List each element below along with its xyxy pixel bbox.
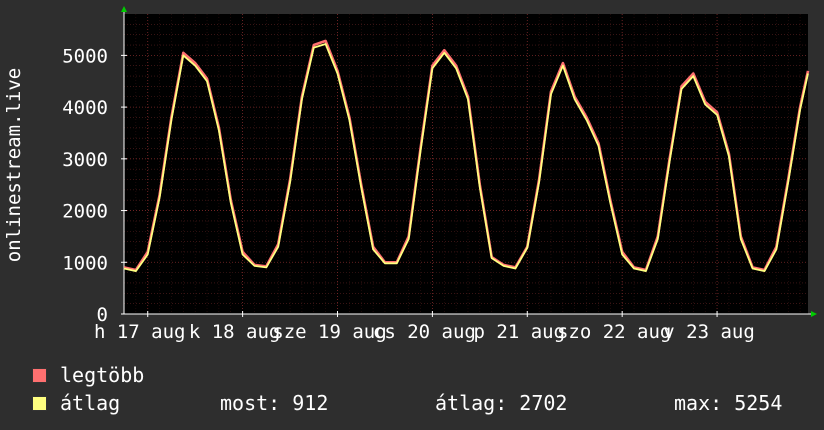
legend-label-avg: átlag [60, 391, 121, 415]
x-tick-label: cs 20 aug [373, 321, 476, 343]
y-axis-arrow-icon [121, 6, 127, 12]
legend-label-max: legtöbb [60, 363, 145, 387]
x-tick-label: szo 22 aug [557, 321, 671, 343]
x-tick-label: p 21 aug [474, 321, 566, 343]
stat-max: max: 5254 [674, 391, 783, 415]
x-tick-label: h 17 aug [94, 321, 186, 343]
y-tick-label: 1000 [62, 252, 108, 274]
legend-item-avg: átlag [32, 391, 120, 415]
x-tick-label: v 23 aug [663, 321, 755, 343]
legend-swatch-avg [32, 395, 47, 411]
x-axis-arrow-icon [811, 311, 817, 317]
y-tick-label: 4000 [62, 97, 108, 119]
y-tick-label: 5000 [62, 45, 108, 67]
x-tick-label: k 18 aug [189, 321, 281, 343]
y-tick-label: 2000 [62, 201, 108, 223]
chart-canvas: 010002000300040005000h 17 aug k 18 augsze… [62, 6, 817, 343]
legend-swatch-max [32, 367, 47, 383]
y-axis-label: onlinestream.live [3, 67, 25, 263]
legend-item-max: legtöbb [32, 363, 144, 387]
stat-current: most: 912 [220, 391, 329, 415]
y-tick-label: 3000 [62, 149, 108, 171]
stat-average: átlag: 2702 [435, 391, 568, 415]
x-tick-label: sze 19 aug [272, 321, 386, 343]
